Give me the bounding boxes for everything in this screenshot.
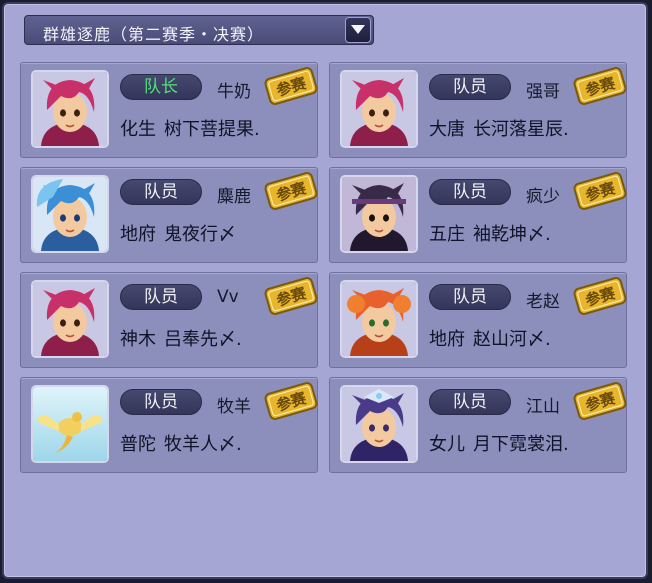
player-info: 化生 树下菩提果.: [120, 115, 260, 141]
red-hair-boy-avatar[interactable]: [31, 70, 109, 148]
player-nickname: 疯少: [526, 187, 560, 207]
player-name: 月下霓裳泪.: [473, 434, 569, 455]
player-card[interactable]: 队员 老赵地府 赵山河〆. 参赛: [329, 272, 627, 368]
player-school: 普陀: [120, 434, 156, 455]
player-nickname: 牛奶: [217, 82, 251, 102]
player-card[interactable]: 队员 Vv 神木 吕奉先〆. 参赛: [20, 272, 318, 368]
golden-phoenix-avatar[interactable]: [31, 385, 109, 463]
player-card[interactable]: 队员 江山女儿 月下霓裳泪. 参赛: [329, 377, 627, 473]
participating-stamp-icon: 参赛: [262, 273, 320, 323]
player-nickname: Vv: [217, 287, 239, 307]
player-nickname: 麋鹿: [217, 187, 251, 207]
player-card[interactable]: 队长 牛奶化生 树下菩提果. 参赛: [20, 62, 318, 158]
player-nickname: 强哥: [526, 82, 560, 102]
purple-hair-girl-avatar[interactable]: [340, 385, 418, 463]
player-info: 大唐 长河落星辰.: [429, 115, 569, 141]
member-badge: 队员: [429, 284, 511, 310]
participating-stamp-icon: 参赛: [571, 378, 629, 428]
participating-stamp-icon: 参赛: [262, 63, 320, 113]
player-name: 长河落星辰.: [473, 119, 569, 140]
player-card[interactable]: 队员 牧羊普陀 牧羊人〆. 参赛: [20, 377, 318, 473]
player-card[interactable]: 队员 疯少五庄 袖乾坤〆. 参赛: [329, 167, 627, 263]
player-school: 化生: [120, 119, 156, 140]
chevron-down-icon[interactable]: [345, 17, 371, 43]
dark-hair-boy-avatar[interactable]: [340, 175, 418, 253]
team-panel: 群雄逐鹿（第二赛季・决赛） 队长 牛奶 化生 树下菩提果. 参赛 队员 强哥 大唐 长河落星…: [2, 2, 648, 579]
member-badge: 队员: [429, 74, 511, 100]
player-school: 地府: [429, 329, 465, 350]
player-name: 袖乾坤〆.: [473, 224, 551, 245]
player-info: 神木 吕奉先〆.: [120, 325, 242, 351]
red-hair-boy-avatar[interactable]: [340, 70, 418, 148]
red-hair-boy-avatar[interactable]: [31, 280, 109, 358]
player-card[interactable]: 队员 强哥大唐 长河落星辰. 参赛: [329, 62, 627, 158]
player-school: 大唐: [429, 119, 465, 140]
player-info: 普陀 牧羊人〆.: [120, 430, 242, 456]
season-title: 群雄逐鹿（第二赛季・决赛）: [43, 25, 265, 44]
player-name: 牧羊人〆.: [164, 434, 242, 455]
player-name: 树下菩提果.: [164, 119, 260, 140]
player-name: 鬼夜行〆: [164, 224, 236, 245]
player-card[interactable]: 队员 麋鹿地府 鬼夜行〆 参赛: [20, 167, 318, 263]
player-school: 五庄: [429, 224, 465, 245]
player-name: 赵山河〆.: [473, 329, 551, 350]
player-school: 地府: [120, 224, 156, 245]
participating-stamp-icon: 参赛: [571, 168, 629, 218]
captain-badge: 队长: [120, 74, 202, 100]
member-badge: 队员: [120, 284, 202, 310]
player-info: 地府 鬼夜行〆: [120, 220, 236, 246]
player-info: 女儿 月下霓裳泪.: [429, 430, 569, 456]
player-nickname: 江山: [526, 397, 560, 417]
participating-stamp-icon: 参赛: [571, 273, 629, 323]
participating-stamp-icon: 参赛: [262, 378, 320, 428]
blue-hair-boy-avatar[interactable]: [31, 175, 109, 253]
player-nickname: 牧羊: [217, 397, 251, 417]
player-school: 女儿: [429, 434, 465, 455]
player-info: 地府 赵山河〆.: [429, 325, 551, 351]
player-name: 吕奉先〆.: [164, 329, 242, 350]
member-badge: 队员: [429, 179, 511, 205]
season-dropdown[interactable]: 群雄逐鹿（第二赛季・决赛）: [24, 15, 374, 45]
player-nickname: 老赵: [526, 292, 560, 312]
participating-stamp-icon: 参赛: [571, 63, 629, 113]
member-badge: 队员: [120, 389, 202, 415]
player-school: 神木: [120, 329, 156, 350]
member-badge: 队员: [429, 389, 511, 415]
player-info: 五庄 袖乾坤〆.: [429, 220, 551, 246]
orange-hair-girl-avatar[interactable]: [340, 280, 418, 358]
member-badge: 队员: [120, 179, 202, 205]
participating-stamp-icon: 参赛: [262, 168, 320, 218]
